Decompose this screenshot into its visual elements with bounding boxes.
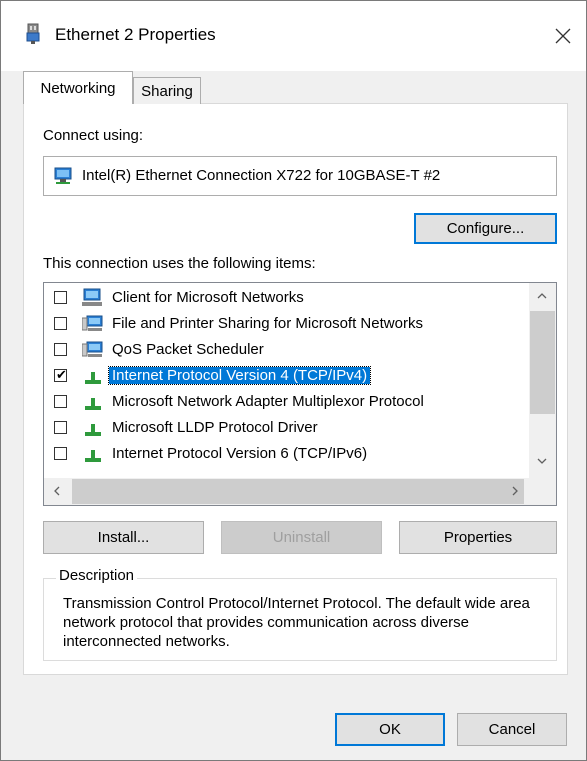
items-label: This connection uses the following items… [43,255,316,272]
description-legend: Description [56,567,138,584]
item-label: Internet Protocol Version 6 (TCP/IPv6) [112,445,368,462]
connect-using-label: Connect using: [43,127,144,144]
install-button[interactable]: Install... [43,521,204,554]
vertical-scroll-thumb[interactable] [530,311,555,414]
list-item[interactable]: QoS Packet Scheduler [44,338,529,364]
scroll-down-icon[interactable] [529,448,555,474]
configure-button-label: Configure... [446,220,525,237]
ok-button-label: OK [379,721,401,738]
checkmark-icon: ✔ [56,367,67,382]
item-checkbox[interactable] [54,343,67,356]
close-icon [555,28,571,44]
description-text: Transmission Control Protocol/Internet P… [63,595,530,650]
protocol-icon [82,392,104,416]
protocol-icon [82,366,104,390]
item-label: QoS Packet Scheduler [112,341,264,358]
horizontal-scrollbar[interactable] [44,478,556,505]
properties-dialog: Ethernet 2 Properties Networking Sharing… [0,0,587,761]
network-adapter-icon [54,166,74,190]
protocol-icon [82,418,104,442]
item-checkbox[interactable] [54,395,67,408]
item-label: Client for Microsoft Networks [112,289,304,306]
list-item[interactable]: File and Printer Sharing for Microsoft N… [44,312,529,338]
list-item[interactable]: Microsoft Network Adapter Multiplexor Pr… [44,390,529,416]
item-checkbox[interactable] [54,291,67,304]
uninstall-button[interactable]: Uninstall [221,521,382,554]
uninstall-button-label: Uninstall [272,529,331,546]
list-item-selected[interactable]: ✔ Internet Protocol Version 4 (TCP/IPv4) [44,364,529,390]
list-item[interactable]: Microsoft LLDP Protocol Driver [44,416,529,442]
item-checkbox[interactable]: ✔ [54,367,67,382]
ok-button[interactable]: OK [335,713,445,746]
vertical-scrollbar[interactable] [529,283,556,478]
tab-networking[interactable]: Networking [23,71,133,104]
scroll-up-icon[interactable] [529,283,555,309]
horizontal-scroll-thumb[interactable] [72,479,524,504]
adapter-field: Intel(R) Ethernet Connection X722 for 10… [43,156,557,196]
service-network-icon [81,314,104,338]
client-network-icon [82,288,104,312]
item-label: Internet Protocol Version 4 (TCP/IPv4) [107,366,372,385]
install-button-label: Install... [97,529,150,546]
service-network-icon [81,340,104,364]
protocol-icon [82,444,104,468]
properties-button[interactable]: Properties [399,521,557,554]
title-bar: Ethernet 2 Properties [1,1,586,71]
close-button[interactable] [540,13,586,59]
tab-sharing[interactable]: Sharing [133,77,201,104]
scroll-left-icon[interactable] [44,478,70,504]
list-item[interactable]: Client for Microsoft Networks [44,286,529,312]
item-checkbox[interactable] [54,421,67,434]
list-item[interactable]: Internet Protocol Version 6 (TCP/IPv6) [44,442,529,468]
items-list[interactable]: Client for Microsoft Networks File and P… [43,282,557,506]
item-checkbox[interactable] [54,317,67,330]
cancel-button-label: Cancel [488,721,536,738]
item-checkbox[interactable] [54,447,67,460]
item-label: File and Printer Sharing for Microsoft N… [112,315,423,332]
adapter-name: Intel(R) Ethernet Connection X722 for 10… [82,167,441,184]
cancel-button[interactable]: Cancel [457,713,567,746]
item-label: Microsoft Network Adapter Multiplexor Pr… [112,393,424,410]
item-label: Microsoft LLDP Protocol Driver [112,419,318,436]
properties-button-label: Properties [443,529,513,546]
tab-networking-label: Networking [40,79,116,97]
network-adapter-icon [25,23,41,49]
scroll-right-icon[interactable] [502,478,528,504]
tab-sharing-label: Sharing [141,82,193,100]
configure-button[interactable]: Configure... [414,213,557,244]
window-title: Ethernet 2 Properties [55,25,216,44]
